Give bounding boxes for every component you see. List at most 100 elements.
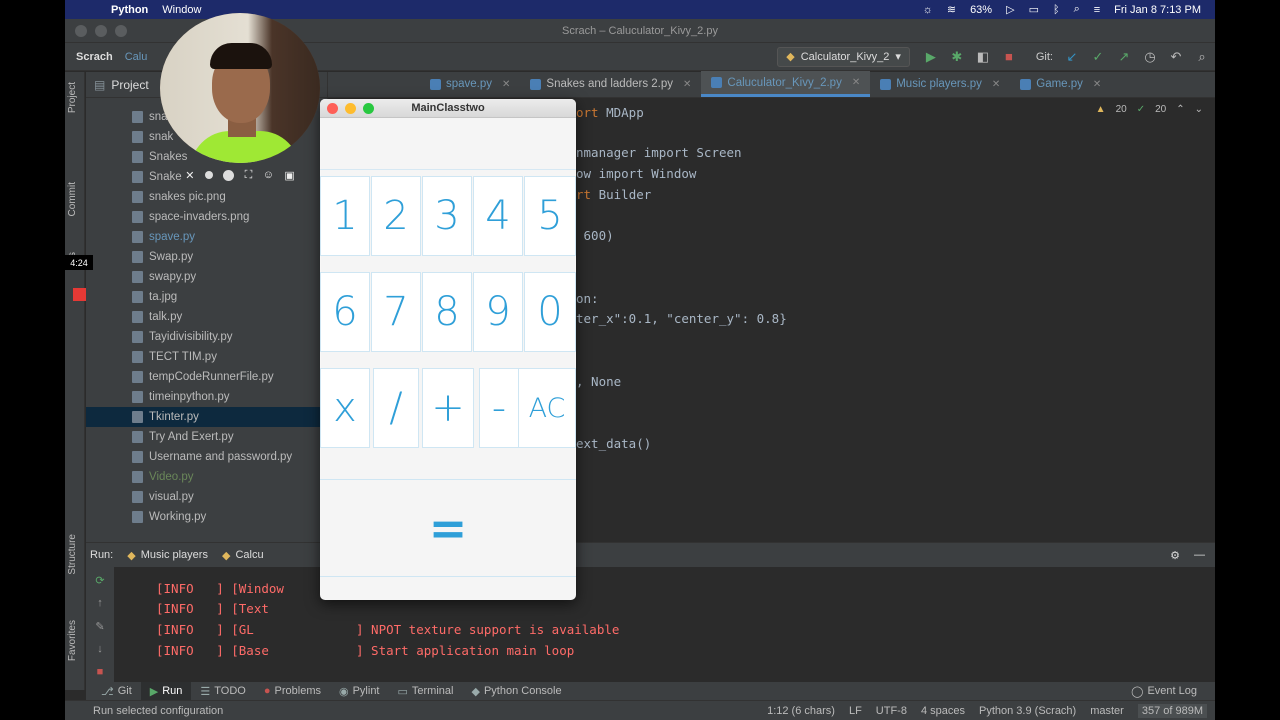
git-update-icon[interactable]: ↙ [1061,46,1083,68]
battery-level[interactable]: 63% [970,4,992,16]
calc-button-5[interactable]: 5 [524,176,576,256]
zoom-window-button[interactable] [115,24,127,37]
git-branch[interactable]: master [1090,705,1124,717]
wifi-icon[interactable]: ≋ [947,3,956,16]
person-icon[interactable]: ☺ [263,169,274,181]
calc-button-7[interactable]: 7 [371,272,421,352]
breadcrumb-project[interactable]: Scrach [76,51,113,63]
project-panel-title[interactable]: Project [111,78,148,92]
run-icon[interactable]: ▶ [920,46,942,68]
file-encoding[interactable]: UTF-8 [876,705,907,717]
file-tree-item[interactable]: talk.py [86,307,327,327]
file-tree-item[interactable]: swapy.py [86,267,327,287]
calc-button-ac[interactable]: AC [518,368,576,448]
large-circle-icon[interactable] [223,169,235,181]
file-tree-item[interactable]: tempCodeRunnerFile.py [86,367,327,387]
calc-button-1[interactable]: 1 [320,176,370,256]
git-push-icon[interactable]: ↗ [1113,46,1135,68]
side-tab-favorites[interactable]: Favorites [67,620,78,661]
inspection-widget[interactable]: ▲ 20 ✓ 20 ⌃ ⌄ [1096,104,1203,115]
run-config-select[interactable]: ◆ Calculator_Kivy_2 ▾ [777,46,910,67]
file-tree-item[interactable]: timeinpython.py [86,387,327,407]
editor-tab[interactable]: Snakes and ladders 2.py ✕ [520,71,701,97]
debug-icon[interactable]: ✱ [946,46,968,68]
kivy-close-button[interactable] [327,102,338,114]
calc-button-3[interactable]: 3 [422,176,472,256]
tool-window-git[interactable]: ⎇ Git [92,682,141,700]
file-tree-item[interactable]: visual.py [86,487,327,507]
equals-button[interactable]: = [320,480,576,576]
wrench-icon[interactable]: ✎ [86,616,114,636]
chevron-down-icon[interactable]: ⌄ [1195,104,1203,115]
close-tab-icon[interactable]: ✕ [683,79,691,90]
file-tree-item[interactable]: snakes pic.png [86,187,327,207]
gift-icon[interactable]: ▣ [284,169,294,182]
file-tree-item[interactable]: Username and password.py [86,447,327,467]
tool-window-terminal[interactable]: ▭ Terminal [389,682,463,700]
history-icon[interactable]: ◷ [1139,46,1161,68]
brightness-icon[interactable]: ☼ [923,4,933,16]
small-circle-icon[interactable] [204,171,213,179]
close-window-button[interactable] [75,24,87,37]
calc-button-divide[interactable]: / [373,368,419,448]
chevron-up-icon[interactable]: ⌃ [1176,104,1184,115]
git-commit-icon[interactable]: ✓ [1087,46,1109,68]
calc-button-0[interactable]: 0 [524,272,576,352]
side-tab-commit[interactable]: Commit [67,182,78,216]
tool-window-todo[interactable]: ☰ TODO [191,682,254,700]
calc-button-6[interactable]: 6 [320,272,370,352]
indent-setting[interactable]: 4 spaces [921,705,965,717]
editor-tab[interactable]: Caluculator_Kivy_2.py ✕ [701,71,871,97]
stop-icon[interactable]: ■ [998,46,1020,68]
close-icon[interactable]: ✕ [185,169,194,182]
calc-button-multiply[interactable]: x [320,368,370,448]
rerun-icon[interactable]: ⟳ [86,570,114,590]
tool-window-pylint[interactable]: ◉ Pylint [330,682,389,700]
bluetooth-icon[interactable]: ᛒ [1053,4,1060,16]
kivy-zoom-button[interactable] [363,102,374,114]
tool-window-run[interactable]: ▶ Run [140,682,192,700]
event-log-button[interactable]: ◯ Event Log [1131,685,1215,698]
file-tree-item[interactable]: Working.py [86,507,327,527]
side-tab-project[interactable]: Project [67,82,78,113]
file-tree-item[interactable]: spave.py [86,227,327,247]
calc-button-minus[interactable]: - [479,368,519,448]
calc-button-4[interactable]: 4 [473,176,523,256]
search-everywhere-icon[interactable]: ⌕ [1191,46,1213,68]
line-separator[interactable]: LF [849,705,862,717]
file-tree-item[interactable]: ta.jpg [86,287,327,307]
up-arrow-icon[interactable]: ↑ [86,593,114,613]
screens-icon[interactable]: ▭ [1029,3,1039,16]
record-stop-icon[interactable] [73,288,86,301]
file-tree-item[interactable]: Swap.py [86,247,327,267]
close-tab-icon[interactable]: ✕ [992,79,1000,90]
rollback-icon[interactable]: ↶ [1165,46,1187,68]
file-tree-item[interactable]: Video.py [86,467,327,487]
tool-window-python-console[interactable]: ◆ Python Console [462,682,570,700]
close-tab-icon[interactable]: ✕ [852,77,860,88]
calc-button-2[interactable]: 2 [371,176,421,256]
tool-window-problems[interactable]: ● Problems [255,682,330,700]
interpreter[interactable]: Python 3.9 (Scrach) [979,705,1076,717]
file-tree-item[interactable]: Try And Exert.py [86,427,327,447]
kivy-minimize-button[interactable] [345,102,356,114]
search-icon[interactable]: ⌕ [1074,3,1080,16]
file-tree-item[interactable]: space-invaders.png [86,207,327,227]
minimize-window-button[interactable] [95,24,107,37]
file-tree-item[interactable]: Tayidivisibility.py [86,327,327,347]
breadcrumb-file[interactable]: Calu [125,51,148,63]
file-tree-item[interactable]: Tkinter.py [86,407,327,427]
memory-indicator[interactable]: 357 of 989M [1137,703,1207,718]
down-arrow-icon[interactable]: ↓ [86,639,114,659]
run-tab-calculator[interactable]: ◆ Calcu [222,549,264,562]
file-tree-item[interactable]: TECT TIM.py [86,347,327,367]
caret-position[interactable]: 1:12 (6 chars) [767,705,835,717]
calc-button-8[interactable]: 8 [422,272,472,352]
calc-button-9[interactable]: 9 [473,272,523,352]
hide-panel-icon[interactable]: — [1194,549,1205,561]
close-tab-icon[interactable]: ✕ [1093,79,1101,90]
fullscreen-icon[interactable]: ⛶ [245,169,253,182]
clock[interactable]: Fri Jan 8 7:13 PM [1114,4,1201,16]
menu-app[interactable]: Python [111,4,148,16]
gear-icon[interactable]: ⚙ [1170,549,1180,562]
